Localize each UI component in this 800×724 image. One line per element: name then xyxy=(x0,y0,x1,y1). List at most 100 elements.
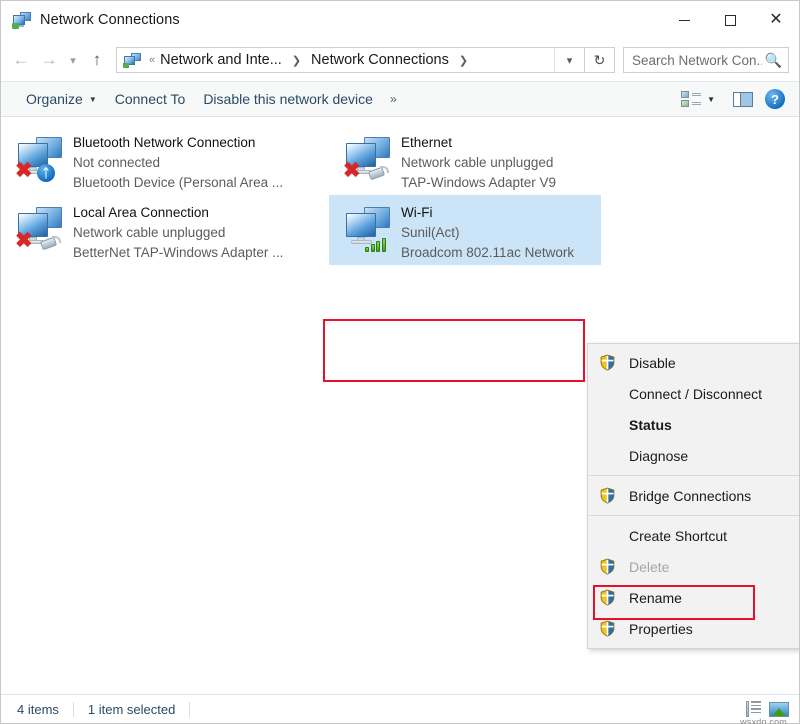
connection-adapter: BetterNet TAP-Windows Adapter ... xyxy=(73,243,269,263)
chevron-down-icon[interactable]: ▾ xyxy=(554,48,584,72)
connect-to-label: Connect To xyxy=(115,91,186,107)
connection-text: Local Area Connection Network cable unpl… xyxy=(73,201,269,263)
context-menu-label: Connect / Disconnect xyxy=(629,386,762,402)
connection-status: Network cable unplugged xyxy=(401,153,556,173)
organize-button[interactable]: Organize ▼ xyxy=(17,87,106,111)
connection-adapter: Bluetooth Device (Personal Area ... xyxy=(73,173,269,193)
status-divider xyxy=(73,702,74,717)
command-overflow-button[interactable]: » xyxy=(382,88,405,110)
title-bar: Network Connections ✕ xyxy=(1,1,799,39)
connection-name: Bluetooth Network Connection xyxy=(73,133,269,153)
breadcrumb-overflow[interactable]: « xyxy=(146,54,158,66)
details-view-icon[interactable] xyxy=(746,701,764,717)
network-icon xyxy=(124,53,141,68)
breadcrumb-item-network-connections[interactable]: Network Connections xyxy=(309,52,451,68)
status-bar: 4 items 1 item selected wsxdn.com xyxy=(1,694,799,723)
refresh-button[interactable]: ↻ xyxy=(585,47,615,73)
search-input[interactable]: Search Network Con... 🔍 xyxy=(623,47,789,73)
connection-status: Not connected xyxy=(73,153,269,173)
window-title: Network Connections xyxy=(40,12,180,28)
connection-item-wifi[interactable]: Wi-Fi Sunil(Act) Broadcom 802.11ac Netwo… xyxy=(329,195,601,265)
back-button[interactable]: ← xyxy=(7,46,35,74)
connection-name: Wi-Fi xyxy=(401,203,574,223)
connection-item-bluetooth[interactable]: ✖ ᛏ Bluetooth Network Connection Not con… xyxy=(1,125,273,195)
item-count: 4 items xyxy=(17,702,73,717)
help-label: ? xyxy=(771,92,779,107)
up-button[interactable]: ↑ xyxy=(83,46,111,74)
connections-row: ✖ Local Area Connection Network cable un… xyxy=(1,195,799,265)
view-chevron-down-icon[interactable]: ▼ xyxy=(705,95,721,104)
context-menu-item-diagnose[interactable]: Diagnose xyxy=(588,440,799,471)
search-placeholder: Search Network Con... xyxy=(632,53,762,68)
large-icons-view-icon[interactable] xyxy=(769,702,789,717)
shield-icon xyxy=(599,589,616,606)
ethernet-adapter-icon: ✖ xyxy=(15,206,67,252)
context-menu-item-rename[interactable]: Rename xyxy=(588,582,799,613)
breadcrumb-separator-end[interactable]: ❯ xyxy=(451,54,476,67)
organize-label: Organize xyxy=(26,91,83,107)
recent-locations-button[interactable]: ▾ xyxy=(63,46,83,74)
context-menu-separator xyxy=(589,515,799,516)
context-menu-separator xyxy=(589,475,799,476)
breadcrumb[interactable]: « Network and Inte... ❯ Network Connecti… xyxy=(116,47,585,73)
chevron-down-icon: ▼ xyxy=(89,95,97,104)
context-menu-label: Create Shortcut xyxy=(629,528,727,544)
bluetooth-adapter-icon: ✖ ᛏ xyxy=(15,136,67,182)
wifi-highlight-box xyxy=(323,319,585,382)
address-bar: ← → ▾ ↑ « Network and Inte... ❯ Network … xyxy=(1,39,799,81)
selection-count: 1 item selected xyxy=(88,702,189,717)
connection-name: Ethernet xyxy=(401,133,556,153)
context-menu-item-status[interactable]: Status xyxy=(588,409,799,440)
disable-device-label: Disable this network device xyxy=(203,91,373,107)
minimize-button[interactable] xyxy=(661,1,707,39)
connection-text: Bluetooth Network Connection Not connect… xyxy=(73,131,269,193)
connections-grid: ✖ ᛏ Bluetooth Network Connection Not con… xyxy=(1,125,799,265)
window-controls: ✕ xyxy=(661,1,799,39)
connection-adapter: Broadcom 802.11ac Network xyxy=(401,243,574,263)
watermark: wsxdn.com xyxy=(740,717,787,724)
preview-pane-icon[interactable] xyxy=(733,92,753,107)
context-menu-label: Properties xyxy=(629,621,693,637)
view-layout-icon[interactable] xyxy=(681,89,703,109)
connection-adapter: TAP-Windows Adapter V9 xyxy=(401,173,556,193)
connections-list: ✖ ᛏ Bluetooth Network Connection Not con… xyxy=(1,117,799,694)
close-button[interactable]: ✕ xyxy=(753,1,799,39)
wifi-adapter-icon xyxy=(343,206,395,252)
connection-item-ethernet[interactable]: ✖ Ethernet Network cable unplugged TAP-W… xyxy=(329,125,601,195)
shield-icon xyxy=(599,354,616,371)
context-menu-label: Delete xyxy=(629,559,669,575)
connection-status: Network cable unplugged xyxy=(73,223,269,243)
connections-row: ✖ ᛏ Bluetooth Network Connection Not con… xyxy=(1,125,799,195)
context-menu-item-bridge-connections[interactable]: Bridge Connections xyxy=(588,480,799,511)
context-menu-label: Disable xyxy=(629,355,676,371)
shield-icon xyxy=(599,620,616,637)
disable-network-device-button[interactable]: Disable this network device xyxy=(194,87,382,111)
shield-icon xyxy=(599,487,616,504)
connection-name: Local Area Connection xyxy=(73,203,269,223)
context-menu-item-connect-disconnect[interactable]: Connect / Disconnect xyxy=(588,378,799,409)
context-menu-item-create-shortcut[interactable]: Create Shortcut xyxy=(588,520,799,551)
network-connections-window: Network Connections ✕ ← → ▾ ↑ « Network … xyxy=(0,0,800,724)
view-buttons: wsxdn.com xyxy=(746,701,789,717)
ethernet-adapter-icon: ✖ xyxy=(343,136,395,182)
status-divider xyxy=(189,702,190,717)
search-icon[interactable]: 🔍 xyxy=(765,52,782,69)
context-menu-label: Diagnose xyxy=(629,448,688,464)
breadcrumb-separator[interactable]: ❯ xyxy=(284,54,309,67)
command-bar-right: ▼ ? xyxy=(681,89,791,109)
connection-text: Ethernet Network cable unplugged TAP-Win… xyxy=(401,131,556,193)
context-menu-item-delete: Delete xyxy=(588,551,799,582)
context-menu: Disable Connect / Disconnect Status Diag… xyxy=(587,343,799,649)
connect-to-button[interactable]: Connect To xyxy=(106,87,195,111)
forward-button[interactable]: → xyxy=(35,46,63,74)
context-menu-label: Rename xyxy=(629,590,682,606)
breadcrumb-item-network-and-internet[interactable]: Network and Inte... xyxy=(158,52,284,68)
context-menu-item-properties[interactable]: Properties xyxy=(588,613,799,644)
connection-item-local-area-connection[interactable]: ✖ Local Area Connection Network cable un… xyxy=(1,195,273,265)
help-icon[interactable]: ? xyxy=(765,89,785,109)
context-menu-item-disable[interactable]: Disable xyxy=(588,347,799,378)
connection-status: Sunil(Act) xyxy=(401,223,574,243)
command-bar: Organize ▼ Connect To Disable this netwo… xyxy=(1,81,799,117)
context-menu-label: Status xyxy=(629,417,672,433)
maximize-button[interactable] xyxy=(707,1,753,39)
